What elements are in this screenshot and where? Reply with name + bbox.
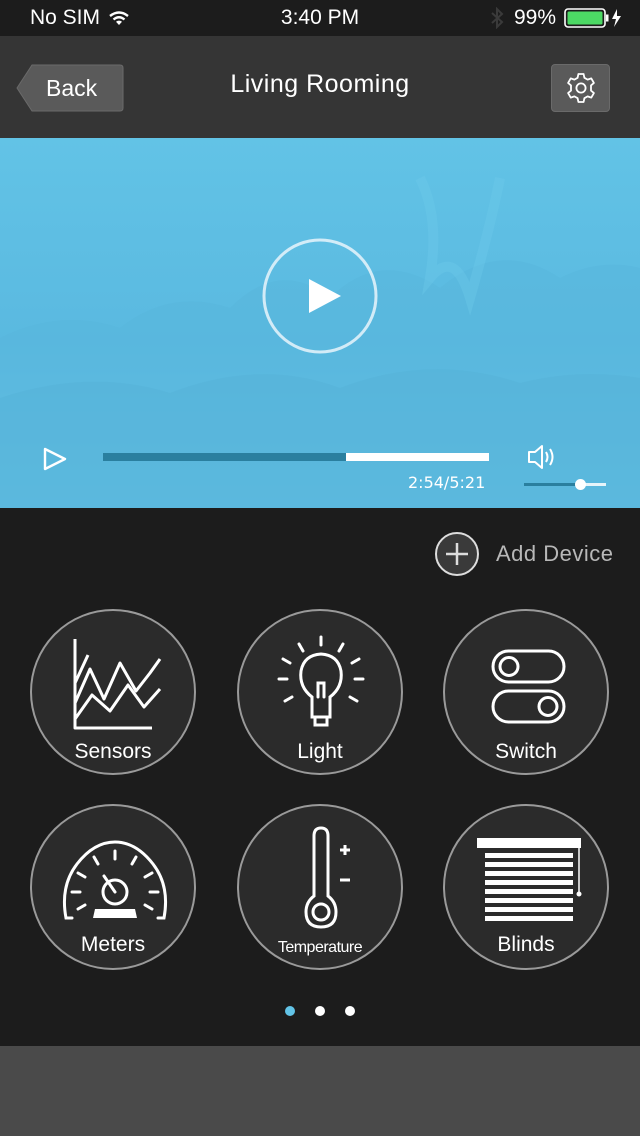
volume-slider[interactable] (524, 483, 606, 486)
tile-light[interactable]: Light (237, 609, 403, 775)
navigation-bar: Back Living Rooming (0, 36, 640, 138)
video-player[interactable]: 2:54/5:21 (0, 138, 640, 508)
battery-group: 99% (490, 6, 626, 30)
page-dot[interactable] (315, 1006, 325, 1016)
page-title: Living Rooming (230, 70, 410, 98)
page-dot[interactable] (345, 1006, 355, 1016)
tile-label-blinds: Blinds (497, 933, 555, 956)
battery-icon (564, 8, 621, 28)
tile-meters[interactable]: Meters (30, 804, 196, 970)
page-dot[interactable] (285, 1006, 295, 1016)
video-play-button[interactable] (261, 237, 379, 355)
battery-percent: 99% (513, 6, 556, 29)
add-device-label: Add Device (496, 541, 614, 566)
tile-temperature[interactable]: Temperature (237, 804, 403, 970)
bluetooth-icon (491, 7, 504, 29)
gear-icon (566, 73, 595, 103)
tile-blinds[interactable]: Blinds (443, 804, 609, 970)
settings-button[interactable] (551, 64, 610, 112)
tile-sensors[interactable]: Sensors (30, 609, 196, 775)
play-icon[interactable] (42, 446, 68, 472)
volume-icon[interactable] (527, 443, 559, 471)
volume-knob[interactable] (574, 479, 586, 490)
page-indicator[interactable] (0, 1006, 640, 1016)
tile-label-switch: Switch (495, 740, 557, 763)
progress-fill (103, 453, 347, 461)
tile-label-temperature: Temperature (277, 939, 363, 956)
tile-switch[interactable]: Switch (443, 609, 609, 775)
progress-bar[interactable] (103, 453, 489, 461)
plus-circle-icon (435, 532, 479, 576)
volume-fill (524, 483, 580, 486)
tile-label-sensors: Sensors (74, 740, 152, 763)
tile-label-meters: Meters (80, 933, 146, 956)
devices-panel: Add Device Sensors Light Switch Meters T… (0, 508, 640, 1046)
status-bar: No SIM 3:40 PM 99% (0, 0, 640, 36)
tile-label-light: Light (297, 740, 343, 763)
add-device-button[interactable]: Add Device (434, 531, 614, 577)
time-label: 2:54/5:21 (408, 473, 486, 492)
